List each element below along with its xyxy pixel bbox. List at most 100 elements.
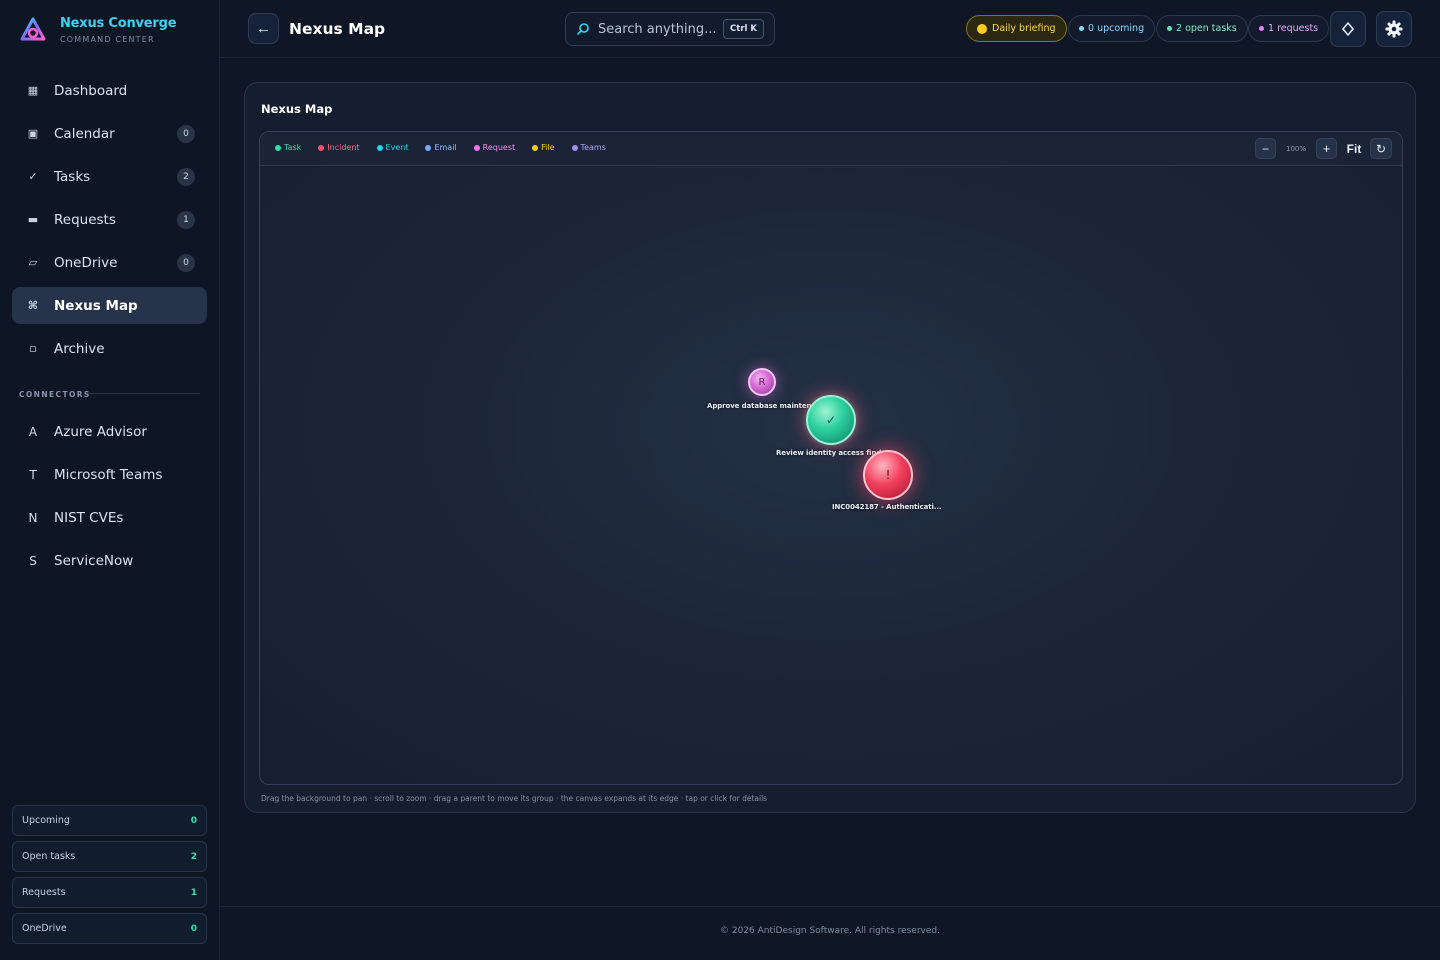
summary-card-onedrive[interactable]: OneDrive 0 (12, 913, 207, 944)
back-button[interactable]: ← (248, 13, 279, 44)
reset-icon[interactable]: ↻ (1370, 138, 1392, 159)
node-glyph: R (758, 376, 766, 388)
nav-item-label: Nexus Map (54, 297, 138, 314)
grid-icon: ▦ (27, 84, 39, 97)
summary-label: Requests (22, 887, 66, 898)
legend-dot (376, 144, 383, 151)
status-dot (1259, 26, 1264, 31)
summary-label: Upcoming (22, 815, 70, 826)
legend-label: Email (434, 143, 457, 152)
summary-value: 1 (190, 887, 197, 898)
nav-item-dashboard[interactable]: ▦ Dashboard (12, 72, 207, 109)
legend-item-incident[interactable]: Incident (318, 143, 360, 152)
top-header: ← Nexus Map Ctrl K Daily briefing 0 upco… (220, 0, 1440, 58)
upcoming-pill[interactable]: 0 upcoming (1068, 15, 1156, 42)
status-dot (1079, 26, 1084, 31)
nav-item-requests[interactable]: ▬ Requests 1 (12, 201, 207, 238)
legend-item-request[interactable]: Request (473, 143, 515, 152)
inbox-icon: ▬ (27, 213, 39, 226)
node-label: INC0042187 - Authenticati... (832, 503, 942, 511)
legend: Task Incident Event Email Request File T… (275, 143, 623, 152)
daily-briefing-button[interactable]: Daily briefing (966, 15, 1067, 42)
summary-card-upcoming[interactable]: Upcoming 0 (12, 805, 207, 836)
nav-item-nexus-map[interactable]: ⌘ Nexus Map (12, 287, 207, 324)
nav-item-label: Calendar (54, 125, 115, 142)
summary-card-requests[interactable]: Requests 1 (12, 877, 207, 908)
brand-subtitle: COMMAND CENTER (60, 35, 155, 44)
legend-item-file[interactable]: File (532, 143, 555, 152)
nav-item-label: Dashboard (54, 82, 128, 99)
connector-letter: T (29, 467, 37, 482)
footer-divider (220, 906, 1440, 907)
calendar-icon: ▣ (27, 127, 39, 140)
count-badge: 2 (177, 167, 195, 186)
legend-item-teams[interactable]: Teams (571, 143, 606, 152)
legend-item-event[interactable]: Event (376, 143, 408, 152)
connector-microsoft-teams[interactable]: T Microsoft Teams (12, 456, 207, 493)
archive-icon: ▫ (29, 342, 37, 355)
nav-item-calendar[interactable]: ▣ Calendar 0 (12, 115, 207, 152)
connector-letter: A (28, 424, 38, 439)
open-tasks-pill[interactable]: 2 open tasks (1156, 15, 1248, 42)
pill-label: Daily briefing (992, 23, 1056, 34)
nav-item-onedrive[interactable]: ▱ OneDrive 0 (12, 244, 207, 281)
sidebar: Nexus Converge COMMAND CENTER ▦ Dashboar… (0, 0, 220, 960)
map-node-incident[interactable]: ! (863, 450, 913, 500)
sun-icon (977, 23, 987, 34)
connector-letter: N (28, 510, 38, 525)
theme-toggle-button[interactable] (1330, 11, 1366, 47)
brand[interactable]: Nexus Converge COMMAND CENTER (20, 16, 177, 44)
connector-azure-advisor[interactable]: A Azure Advisor (12, 413, 207, 450)
search-icon (577, 23, 589, 35)
settings-button[interactable] (1376, 11, 1412, 47)
brand-name: Nexus Converge (60, 16, 177, 31)
count-badge: 0 (177, 253, 195, 272)
legend-item-email[interactable]: Email (425, 143, 457, 152)
legend-label: File (541, 143, 555, 152)
requests-pill[interactable]: 1 requests (1248, 15, 1330, 42)
summary-value: 2 (190, 851, 197, 862)
gear-icon (1385, 20, 1403, 38)
connector-letter: S (29, 553, 37, 568)
pill-label: 1 requests (1268, 23, 1319, 34)
search-box[interactable]: Ctrl K (565, 12, 775, 46)
summary-value: 0 (190, 923, 197, 934)
shortcut-hint: Ctrl K (723, 19, 764, 39)
connectors-section-label: CONNECTORS (19, 390, 91, 399)
search-input[interactable] (598, 21, 724, 37)
summary-card-open-tasks[interactable]: Open tasks 2 (12, 841, 207, 872)
check-icon: ✓ (28, 170, 38, 183)
summary-value: 0 (190, 815, 197, 826)
legend-label: Incident (327, 143, 360, 152)
nav-item-archive[interactable]: ▫ Archive (12, 330, 207, 367)
status-dot (1167, 26, 1172, 31)
map-canvas[interactable]: Task Incident Event Email Request File T… (259, 131, 1403, 785)
zoom-out-button[interactable]: − (1255, 138, 1276, 159)
legend-item-task[interactable]: Task (275, 143, 301, 152)
zoom-in-button[interactable]: + (1316, 138, 1337, 159)
diamond-icon (1342, 22, 1354, 36)
count-badge: 1 (177, 210, 195, 229)
check-icon: ✓ (825, 413, 837, 427)
connector-label: NIST CVEs (54, 509, 124, 526)
zoom-level: 100% (1286, 145, 1307, 153)
panel-title: Nexus Map (261, 102, 333, 116)
connector-servicenow[interactable]: S ServiceNow (12, 542, 207, 579)
main-nav: ▦ Dashboard ▣ Calendar 0 ✓ Tasks 2 ▬ Req… (12, 72, 207, 373)
legend-label: Task (284, 143, 302, 152)
legend-dot (473, 144, 480, 151)
nav-item-tasks[interactable]: ✓ Tasks 2 (12, 158, 207, 195)
map-node-request[interactable]: R (748, 368, 776, 396)
cloud-folder-icon: ▱ (28, 256, 38, 269)
connectors-list: A Azure Advisor T Microsoft Teams N NIST… (12, 413, 207, 585)
connector-nist-cves[interactable]: N NIST CVEs (12, 499, 207, 536)
fit-button[interactable]: Fit (1343, 138, 1365, 159)
footer: © 2026 AntiDesign Software. All rights r… (720, 926, 940, 936)
legend-label: Teams (580, 143, 606, 152)
command-icon: ⌘ (27, 299, 39, 312)
map-node-task[interactable]: ✓ (806, 395, 856, 445)
legend-dot (318, 144, 325, 151)
nav-item-label: Requests (54, 211, 116, 228)
page-title: Nexus Map (289, 20, 386, 38)
map-toolbar: Task Incident Event Email Request File T… (260, 132, 1402, 166)
